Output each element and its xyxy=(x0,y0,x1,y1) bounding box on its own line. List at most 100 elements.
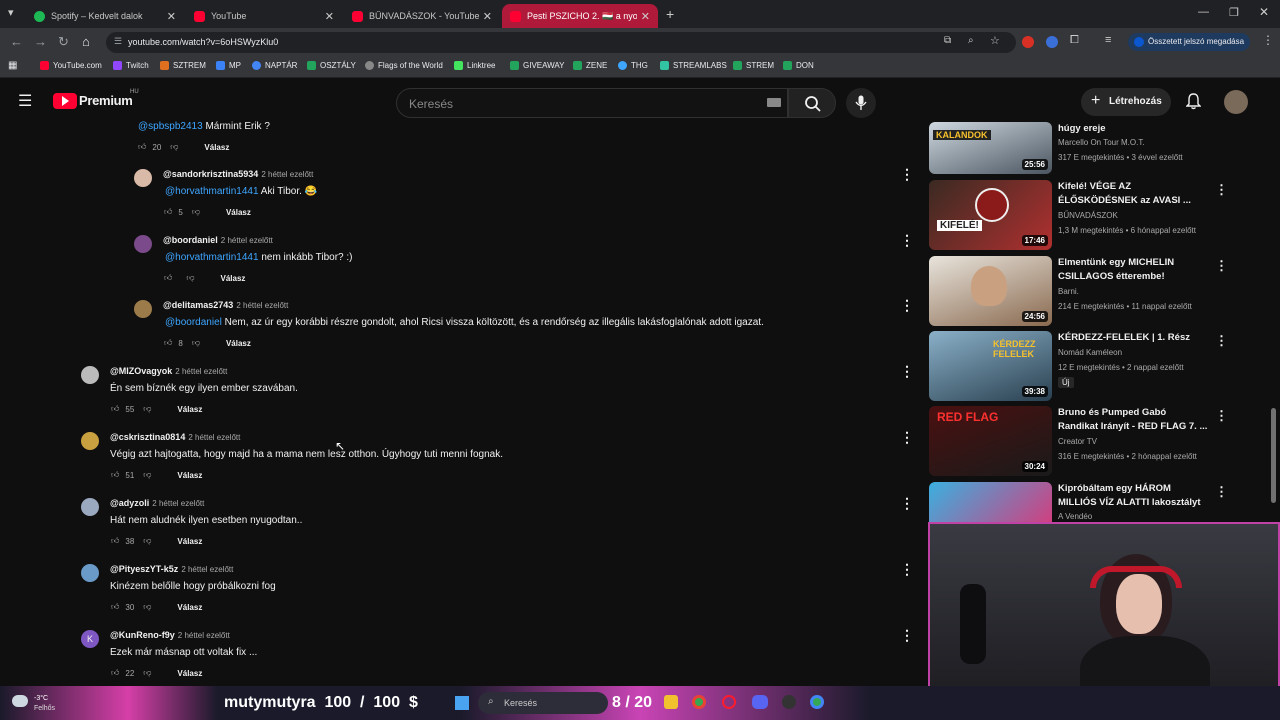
bookmark-osztaly[interactable]: OSZTÁLY xyxy=(307,61,356,70)
video-title[interactable]: Kifelé! VÉGE AZ ÉLŐSKÖDÉSNEK az AVASI ..… xyxy=(1058,180,1208,208)
like-icon[interactable]: 👍︎ xyxy=(111,536,119,546)
folder-icon[interactable] xyxy=(664,695,678,709)
video-more-icon[interactable]: ⋮ xyxy=(1215,182,1228,198)
chrome-icon[interactable] xyxy=(810,695,824,709)
site-info-icon[interactable]: ☰ xyxy=(114,36,122,47)
dislike-icon[interactable]: 👎︎ xyxy=(143,536,151,546)
dislike-icon[interactable]: 👎︎ xyxy=(186,273,194,283)
video-more-icon[interactable]: ⋮ xyxy=(1215,484,1228,500)
search-input[interactable]: Keresés xyxy=(396,88,788,118)
reply-button[interactable]: Válasz xyxy=(204,143,229,152)
search-button[interactable] xyxy=(788,88,836,118)
dislike-icon[interactable]: 👎︎ xyxy=(192,207,200,217)
mention-link[interactable]: @horvathmartin1441 xyxy=(165,186,259,197)
install-icon[interactable]: ⧉ xyxy=(944,35,951,46)
bookmark-thg[interactable]: THG xyxy=(618,61,648,70)
avatar[interactable] xyxy=(81,498,99,516)
comment-more-icon[interactable]: ⋮ xyxy=(900,166,914,183)
scrollbar-thumb[interactable] xyxy=(1271,408,1276,503)
comment-more-icon[interactable]: ⋮ xyxy=(900,232,914,249)
url-field[interactable]: ☰ youtube.com/watch?v=6oHSWyzKlu0 ⧉ ⌕ ☆ xyxy=(106,32,1016,53)
obs-icon[interactable] xyxy=(782,695,796,709)
account-avatar[interactable] xyxy=(1224,90,1248,114)
create-button[interactable]: + Létrehozás xyxy=(1081,88,1171,116)
like-icon[interactable]: 👍︎ xyxy=(164,273,172,283)
minimize-icon[interactable]: — xyxy=(1198,6,1209,18)
channel-name[interactable]: BŰNVADÁSZOK xyxy=(1058,211,1118,220)
video-more-icon[interactable]: ⋮ xyxy=(1215,258,1228,274)
reply-button[interactable]: Válasz xyxy=(226,339,251,348)
close-icon[interactable]: ✕ xyxy=(641,10,650,23)
tab-spotify[interactable]: Spotify – Kedvelt dalok ✕ xyxy=(26,4,184,28)
related-video[interactable]: 24:56 Elmentünk egy MICHELIN CSILLAGOS é… xyxy=(929,256,1259,326)
tab-bunvadaszok[interactable]: BŰNVADÁSZOK - YouTube ✕ xyxy=(344,4,500,28)
reply-button[interactable]: Válasz xyxy=(177,537,202,546)
dislike-icon[interactable]: 👎︎ xyxy=(143,470,151,480)
like-icon[interactable]: 👍︎ xyxy=(111,668,119,678)
back-icon[interactable]: ← xyxy=(10,34,23,49)
video-more-icon[interactable]: ⋮ xyxy=(1215,333,1228,349)
home-icon[interactable]: ⌂ xyxy=(82,34,90,49)
reading-list-icon[interactable]: ≡ xyxy=(1105,34,1111,46)
avatar[interactable] xyxy=(81,432,99,450)
youtube-logo-icon[interactable] xyxy=(53,93,77,109)
bookmark-twitch[interactable]: Twitch xyxy=(113,61,149,70)
channel-name[interactable]: Marcello On Tour M.O.T. xyxy=(1058,138,1145,147)
like-icon[interactable]: 👍︎ xyxy=(138,142,146,152)
bookmark-mp[interactable]: MP xyxy=(216,61,241,70)
comment-author[interactable]: @MIZOvagyok 2 héttel ezelőtt xyxy=(110,366,227,376)
video-thumbnail[interactable]: KIFELÉ! 17:46 xyxy=(929,180,1052,250)
chrome-icon[interactable] xyxy=(692,695,706,709)
avatar[interactable] xyxy=(81,564,99,582)
new-tab-icon[interactable]: + xyxy=(666,6,674,22)
video-title[interactable]: Elmentünk egy MICHELIN CSILLAGOS étterem… xyxy=(1058,256,1208,284)
tab-pesti-pszicho[interactable]: Pesti PSZICHO 2. 🇭🇺 a nyolckerü ✕ xyxy=(502,4,658,28)
video-thumbnail[interactable]: RED FLAG 30:24 xyxy=(929,406,1052,476)
reload-icon[interactable]: ↻ xyxy=(58,34,69,50)
related-video[interactable]: KALANDOK 25:56 húgy ereje Marcello On To… xyxy=(929,122,1259,174)
tab-youtube[interactable]: YouTube ✕ xyxy=(186,4,342,28)
mention-link[interactable]: @boordaniel xyxy=(165,317,222,328)
bookmark-don[interactable]: DON xyxy=(783,61,814,70)
forward-icon[interactable]: → xyxy=(34,34,47,49)
dislike-icon[interactable]: 👎︎ xyxy=(192,338,200,348)
like-icon[interactable]: 👍︎ xyxy=(111,470,119,480)
avatar[interactable] xyxy=(134,300,152,318)
extension-icon[interactable] xyxy=(1046,36,1058,48)
bookmark-youtube[interactable]: YouTube.com xyxy=(40,61,102,70)
opera-icon[interactable] xyxy=(722,695,736,709)
video-title[interactable]: Bruno és Pumped Gabó Randikat Irányít - … xyxy=(1058,406,1208,434)
avatar[interactable] xyxy=(134,235,152,253)
like-icon[interactable]: 👍︎ xyxy=(111,404,119,414)
comment-author[interactable]: @sandorkrisztina5934 2 héttel ezelőtt xyxy=(163,169,313,179)
related-video[interactable]: KIFELÉ! 17:46 Kifelé! VÉGE AZ ÉLŐSKÖDÉSN… xyxy=(929,180,1259,250)
comment-more-icon[interactable]: ⋮ xyxy=(900,363,914,380)
comment-more-icon[interactable]: ⋮ xyxy=(900,627,914,644)
channel-name[interactable]: Barni. xyxy=(1058,287,1079,296)
restore-icon[interactable]: ❐ xyxy=(1229,6,1239,19)
video-thumbnail[interactable]: KÉRDEZZ FELELEK 39:38 xyxy=(929,331,1052,401)
channel-name[interactable]: A Vendéo xyxy=(1058,512,1092,521)
zoom-icon[interactable]: ⌕ xyxy=(968,35,974,46)
hamburger-menu-icon[interactable]: ☰ xyxy=(18,91,32,111)
reply-button[interactable]: Válasz xyxy=(226,208,251,217)
dislike-icon[interactable]: 👎︎ xyxy=(143,602,151,612)
bookmark-star-icon[interactable]: ☆ xyxy=(990,34,1000,47)
reply-button[interactable]: Válasz xyxy=(177,669,202,678)
notifications-bell-icon[interactable] xyxy=(1186,93,1201,110)
avatar[interactable] xyxy=(81,366,99,384)
extensions-puzzle-icon[interactable]: ⧠ xyxy=(1070,34,1079,47)
reply-button[interactable]: Válasz xyxy=(177,603,202,612)
reply-button[interactable]: Válasz xyxy=(177,471,202,480)
dislike-icon[interactable]: 👎︎ xyxy=(170,142,178,152)
reply-button[interactable]: Válasz xyxy=(177,405,202,414)
close-window-icon[interactable]: ✕ xyxy=(1259,5,1269,19)
keyboard-icon[interactable] xyxy=(767,98,781,107)
bookmark-flags[interactable]: Flags of the World xyxy=(365,61,443,70)
comment-author[interactable]: @PityeszYT-k5z 2 héttel ezelőtt xyxy=(110,564,233,574)
video-title[interactable]: Kipróbáltam egy HÁROM MILLIÓS VÍZ ALATTI… xyxy=(1058,482,1208,510)
voice-search-button[interactable] xyxy=(846,88,876,118)
video-more-icon[interactable]: ⋮ xyxy=(1215,408,1228,424)
bookmark-giveaway[interactable]: GIVEAWAY xyxy=(510,61,565,70)
comment-more-icon[interactable]: ⋮ xyxy=(900,429,914,446)
